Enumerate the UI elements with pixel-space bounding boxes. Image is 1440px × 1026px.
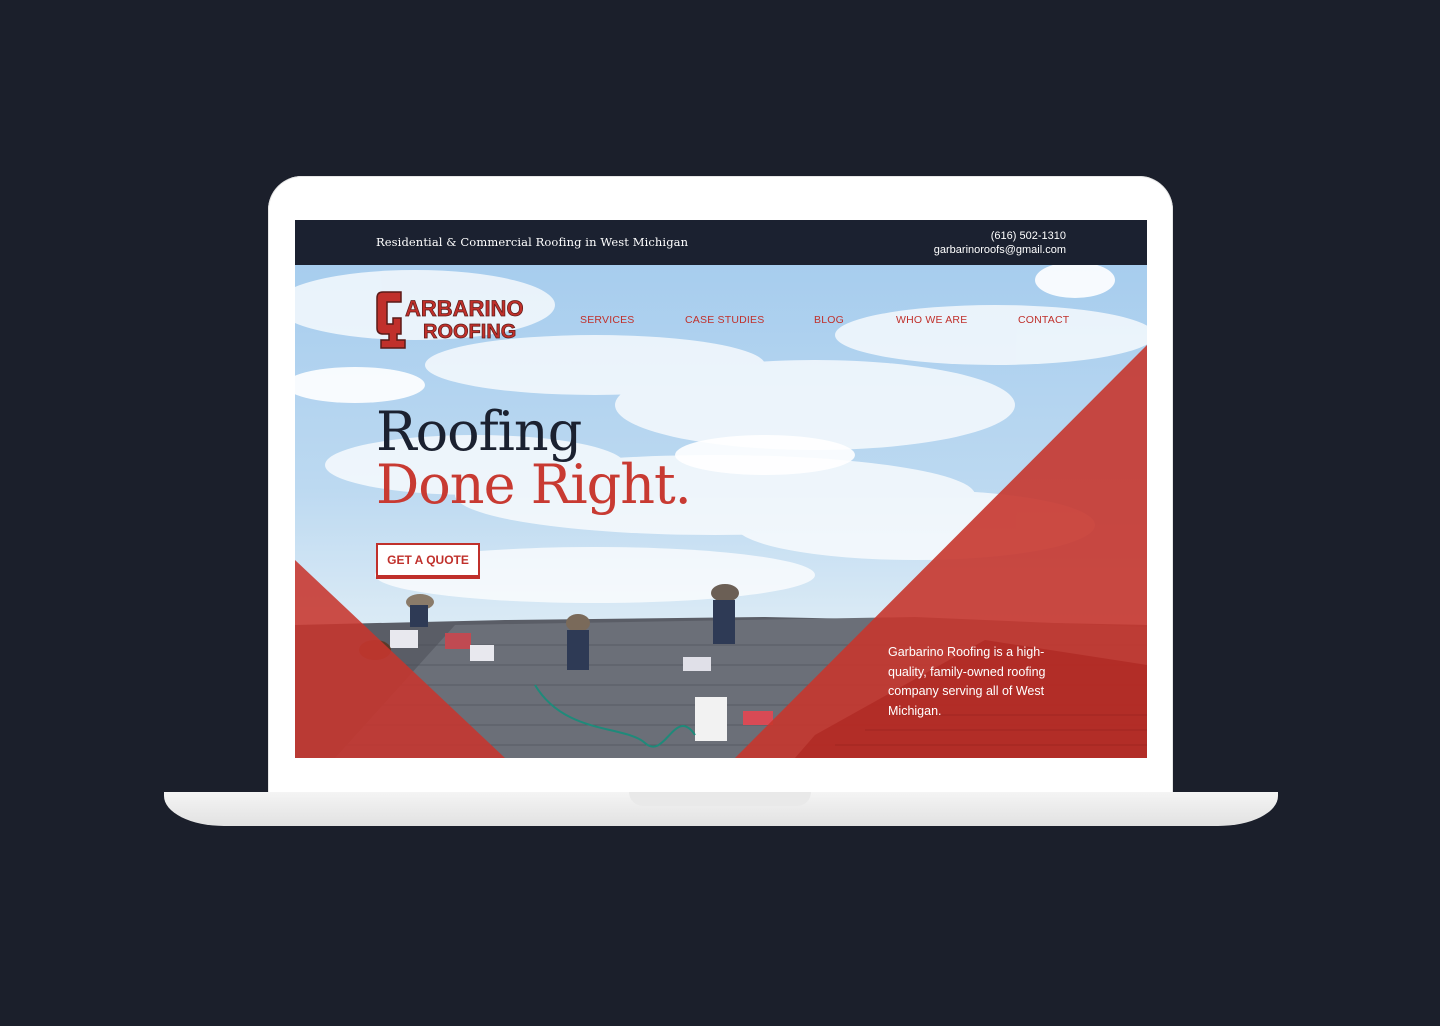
email-link[interactable]: garbarinoroofs@gmail.com: [934, 243, 1066, 257]
nav-case-studies[interactable]: CASE STUDIES: [685, 314, 764, 326]
nav-services[interactable]: SERVICES: [580, 314, 635, 326]
company-description: Garbarino Roofing is a high-quality, fam…: [888, 645, 1046, 718]
nav-blog[interactable]: BLOG: [814, 314, 844, 326]
get-a-quote-button[interactable]: GET A QUOTE: [376, 543, 480, 577]
main-navigation: SERVICES CASE STUDIES BLOG WHO WE ARE CO…: [295, 314, 1147, 330]
laptop-notch: [629, 792, 811, 806]
website-screen: Residential & Commercial Roofing in West…: [295, 220, 1147, 758]
top-info-bar: Residential & Commercial Roofing in West…: [295, 220, 1147, 265]
hero-headline: Roofing Done Right.: [376, 400, 692, 516]
phone-link[interactable]: (616) 502-1310: [934, 229, 1066, 243]
nav-who-we-are[interactable]: WHO WE ARE: [896, 314, 967, 326]
headline-line-1: Roofing: [376, 400, 582, 463]
hero-section: ARBARINO ROOFING SERVICES CASE STUDIES B…: [295, 265, 1147, 758]
tagline: Residential & Commercial Roofing in West…: [376, 235, 689, 249]
contact-block: (616) 502-1310 garbarinoroofs@gmail.com: [934, 229, 1066, 257]
nav-contact[interactable]: CONTACT: [1018, 314, 1069, 326]
headline-line-2: Done Right.: [376, 453, 692, 516]
